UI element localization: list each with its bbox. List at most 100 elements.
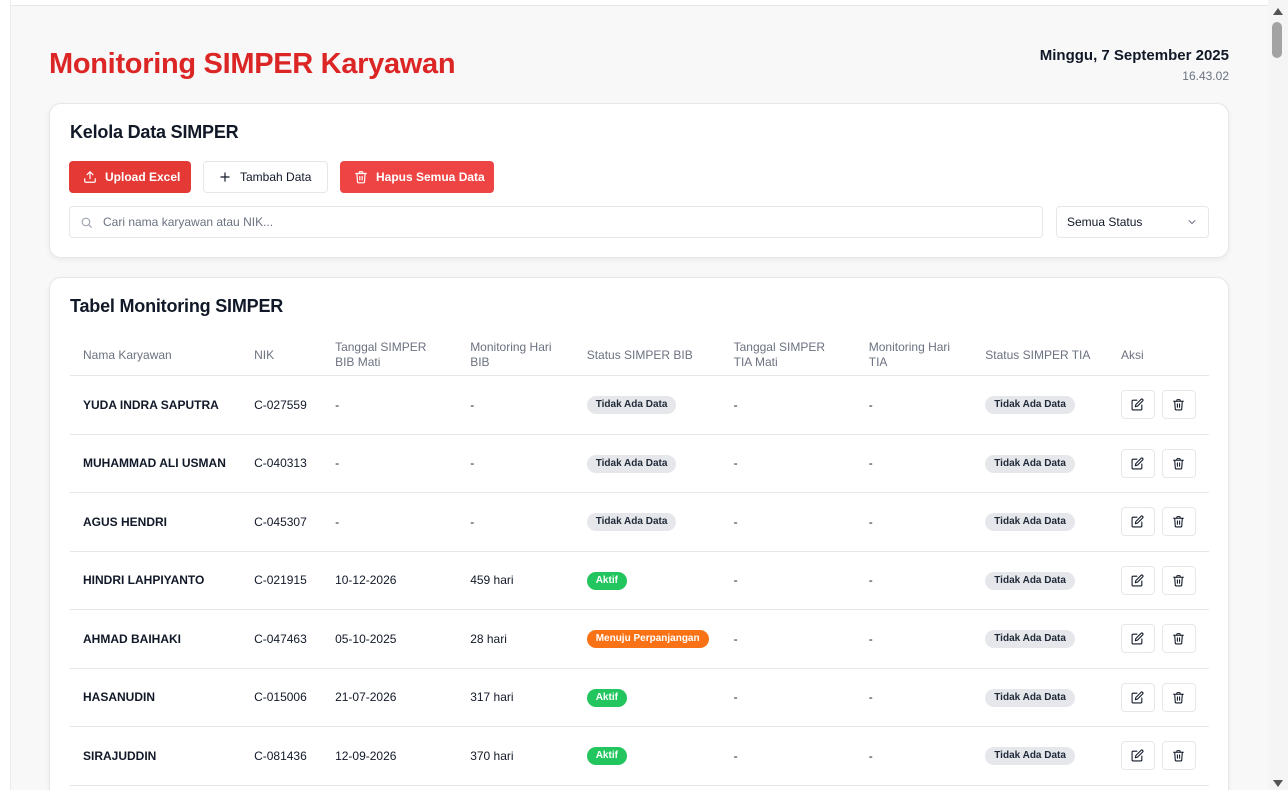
employee-name: MUHAMMAD ALI USMAN (70, 434, 242, 493)
employee-name: YUDA INDRA SAPUTRA (70, 375, 242, 435)
edit-button[interactable] (1120, 682, 1155, 712)
delete-button[interactable] (1161, 624, 1196, 654)
edit-button[interactable] (1120, 448, 1155, 478)
bib-expiry-date: 10-12-2026 (322, 551, 458, 610)
page-content: Monitoring SIMPER Karyawan Minggu, 7 Sep… (11, 5, 1268, 790)
edit-button[interactable] (1120, 565, 1155, 595)
tia-status-cell: Tidak Ada Data (972, 492, 1108, 552)
status-filter-select[interactable]: Semua Status (1056, 206, 1209, 238)
employee-nik: C-047463 (241, 609, 323, 669)
delete-button[interactable] (1161, 390, 1196, 420)
edit-icon (1131, 398, 1144, 411)
tia-status-badge: Tidak Ada Data (985, 571, 1075, 590)
bib-days-remaining: 28 hari (457, 609, 574, 669)
edit-icon (1131, 574, 1144, 587)
monitoring-table-card: Tabel Monitoring SIMPER Nama Karyawan NI… (49, 277, 1229, 790)
bib-days-remaining: - (457, 375, 574, 435)
bib-status-badge: Tidak Ada Data (586, 454, 677, 473)
upload-excel-button[interactable]: Upload Excel (69, 161, 191, 193)
table-row: MUHAMMAD ALI USMAN C-040313- - Tidak Ada Da… (70, 434, 1209, 493)
bib-days-remaining: 317 hari (457, 668, 574, 727)
row-actions (1120, 624, 1197, 654)
row-actions (1120, 390, 1197, 420)
scroll-down-arrow-icon[interactable] (1273, 780, 1283, 787)
tia-status-badge: Tidak Ada Data (985, 747, 1075, 766)
tia-status-badge: Tidak Ada Data (985, 396, 1075, 415)
bib-status-cell: Aktif (573, 726, 721, 786)
edit-icon (1131, 457, 1144, 470)
delete-button[interactable] (1161, 565, 1196, 595)
scrollbar[interactable] (1268, 0, 1288, 790)
edit-button[interactable] (1120, 390, 1155, 420)
tia-status-cell: Tidak Ada Data (972, 609, 1108, 669)
tia-status-cell: Tidak Ada Data (972, 668, 1108, 727)
column-header: Status SIMPER TIA (972, 334, 1108, 376)
search-input[interactable] (103, 215, 1003, 229)
add-data-button[interactable]: Tambah Data (203, 161, 328, 193)
bib-status-badge: Menuju Perpanjangan (586, 630, 709, 649)
table-header-row: Nama Karyawan NIK Tanggal SIMPER BIB Mat… (70, 334, 1209, 376)
trash-icon (1173, 457, 1185, 470)
trash-icon (355, 171, 367, 184)
row-actions (1120, 682, 1197, 712)
delete-button[interactable] (1161, 448, 1196, 478)
tia-status-cell: Tidak Ada Data (972, 434, 1108, 493)
bib-expiry-date: - (322, 492, 458, 552)
bib-status-cell: Tidak Ada Data (573, 434, 721, 493)
edit-button[interactable] (1120, 741, 1155, 771)
bib-status-badge: Aktif (586, 688, 627, 707)
tia-status-badge: Tidak Ada Data (985, 688, 1075, 707)
edit-icon (1131, 515, 1144, 528)
left-edge (0, 0, 11, 790)
actions-cell (1107, 726, 1209, 786)
page-title: Monitoring SIMPER Karyawan (49, 48, 456, 80)
employee-name: SIRAJUDDIN (70, 726, 242, 786)
tia-days-remaining: - (855, 609, 973, 669)
scroll-thumb[interactable] (1272, 22, 1282, 58)
employee-nik: C-045307 (241, 492, 323, 552)
manage-data-title: Kelola Data SIMPER (70, 122, 239, 142)
tia-days-remaining: - (855, 726, 973, 786)
employee-nik: C-021915 (241, 551, 323, 610)
scroll-up-arrow-icon[interactable] (1273, 8, 1283, 15)
bib-days-remaining: - (457, 492, 574, 552)
column-header: NIK (241, 334, 323, 376)
bib-expiry-date: - (322, 434, 458, 493)
edit-button[interactable] (1120, 624, 1155, 654)
bib-expiry-date: 21-07-2026 (322, 668, 458, 727)
delete-button[interactable] (1161, 682, 1196, 712)
actions-cell (1107, 609, 1209, 669)
nik-value: C-040313 (254, 456, 307, 471)
tia-status-cell: Tidak Ada Data (972, 551, 1108, 610)
row-actions (1120, 507, 1197, 537)
tia-expiry-date: - (720, 434, 856, 493)
row-actions (1120, 448, 1197, 478)
column-header: Tanggal SIMPER BIB Mati (322, 334, 458, 376)
trash-icon (1173, 633, 1185, 645)
employee-nik: C-040313 (241, 434, 323, 493)
bib-status-cell: Menuju Perpanjangan (573, 609, 721, 669)
page-header: Monitoring SIMPER Karyawan Minggu, 7 Sep… (49, 44, 1229, 94)
employee-name: AGUS HENDRI (70, 492, 242, 552)
table-row: AGUS HENDRI C-045307- - Tidak Ada Data - - Tid… (70, 492, 1209, 552)
edit-button[interactable] (1120, 507, 1155, 537)
bib-status-badge: Aktif (586, 747, 627, 766)
employee-name: AHMAD BAIHAKI (70, 609, 242, 669)
delete-button[interactable] (1161, 507, 1196, 537)
bib-expiry-date: - (322, 375, 458, 435)
current-date: Minggu, 7 September 2025 (1039, 47, 1229, 64)
tia-expiry-date: - (720, 551, 856, 610)
delete-button[interactable] (1161, 741, 1196, 771)
row-actions (1120, 565, 1197, 595)
table-row: HASANUDIN C-015006 21-07-2026 317 hari Aktif… (70, 668, 1209, 727)
nik-value: C-027559 (254, 397, 307, 412)
actions-cell (1107, 434, 1209, 493)
table-row: YUDA INDRA SAPUTRA C-027559- - Tidak Ada Da… (70, 375, 1209, 435)
current-time: 16.43.02 (1182, 69, 1229, 83)
nik-value: C-045307 (254, 514, 307, 529)
actions-cell (1107, 551, 1209, 610)
delete-all-button[interactable]: Hapus Semua Data (340, 161, 494, 193)
tia-expiry-date: - (720, 726, 856, 786)
employee-name: HASANUDIN (70, 668, 242, 727)
nik-value: C-015006 (254, 690, 307, 705)
